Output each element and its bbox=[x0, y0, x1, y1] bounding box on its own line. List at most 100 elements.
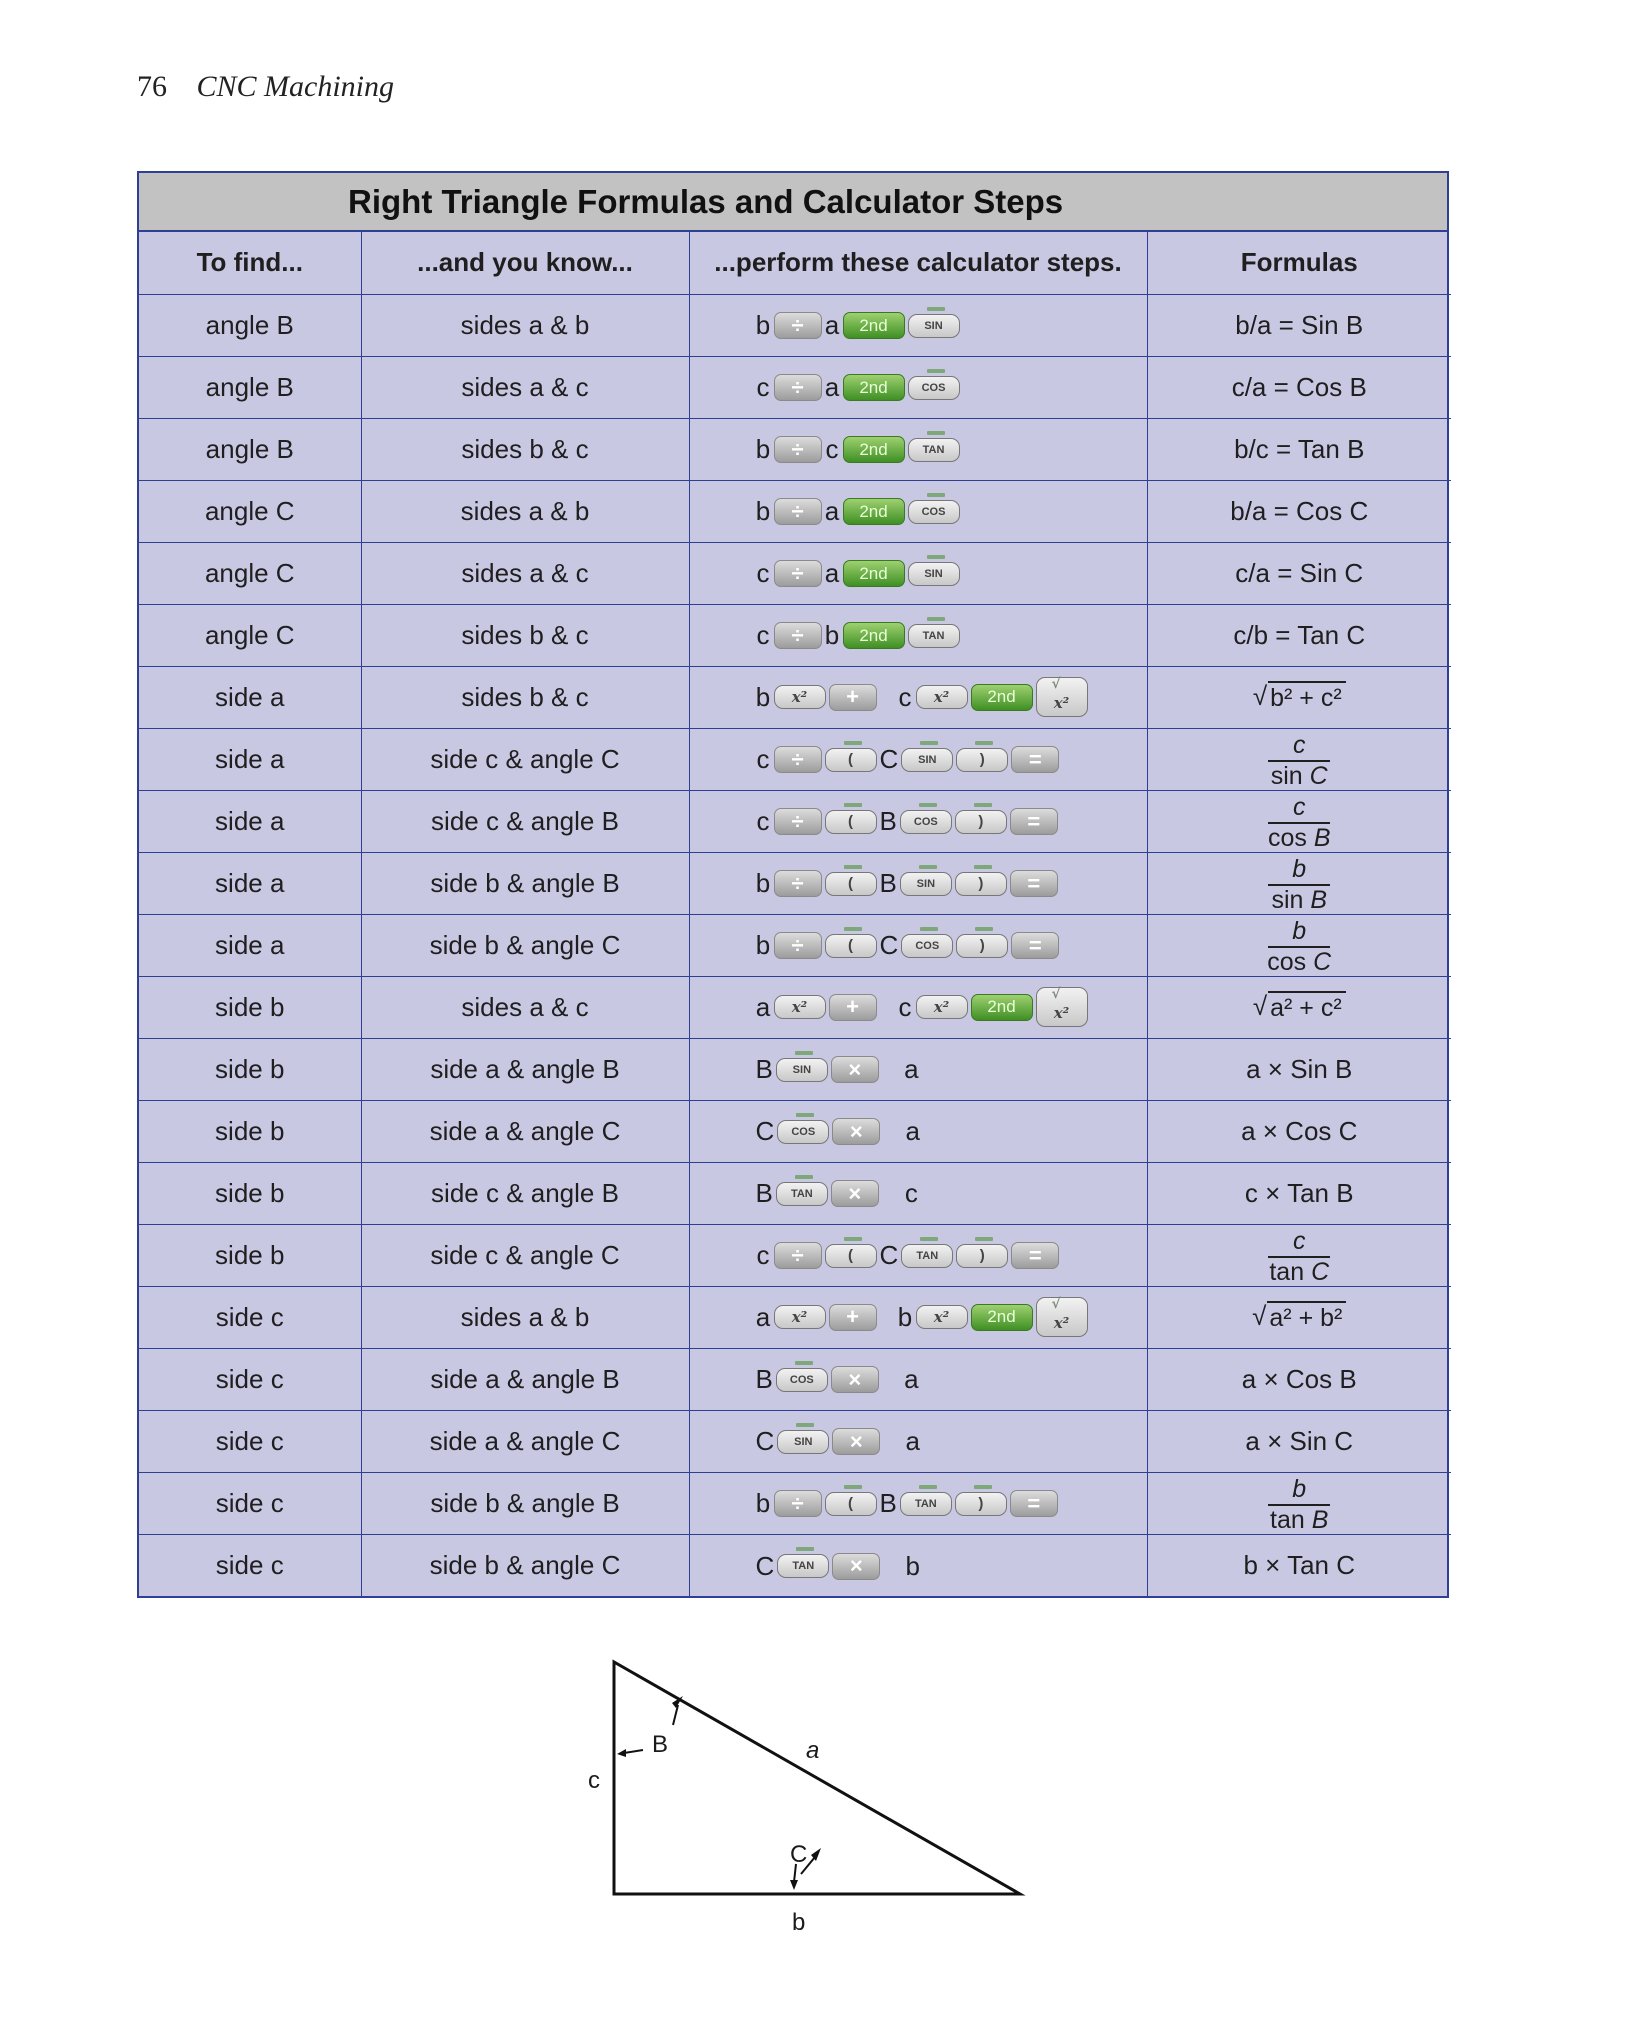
function-key-icon: TAN bbox=[901, 1236, 954, 1268]
cell-you-know: side a & angle B bbox=[360, 1037, 690, 1101]
table-row: side a side c & angle Bc ÷(B COS) = c cos B bbox=[139, 789, 1451, 853]
triangle-shape bbox=[612, 1659, 1026, 1896]
multiply-key-icon: × bbox=[830, 1366, 879, 1394]
cell-to-find: side b bbox=[139, 1099, 362, 1163]
cell-calculator-steps: B COS × a bbox=[688, 1347, 1148, 1411]
angle-b-arc bbox=[672, 1704, 679, 1726]
cell-you-know: side c & angle C bbox=[360, 1223, 690, 1287]
table-row: angle Csides a & b b ÷ a 2nd COS b/a = Cos C bbox=[139, 479, 1451, 543]
cell-you-know: sides a & c bbox=[360, 975, 690, 1039]
table-row: angle Bsides a & b b ÷ a 2nd SIN b/a = Sin B bbox=[139, 293, 1451, 357]
cell-formula: √ b² + c² bbox=[1146, 665, 1451, 729]
cell-formula: c sin C bbox=[1146, 727, 1451, 791]
denominator-variable: C bbox=[1311, 1258, 1330, 1286]
denominator-function: sin bbox=[1270, 762, 1303, 790]
calculator-step-sequence: B COS × a bbox=[755, 1360, 919, 1395]
table-row: side a side b & angle Cb ÷(C COS) = b cos C bbox=[139, 913, 1451, 977]
step-variable: b bbox=[897, 1301, 913, 1332]
denominator-function: sin bbox=[1271, 886, 1304, 914]
cell-you-know: sides a & b bbox=[360, 1285, 690, 1349]
step-variable: C bbox=[755, 1550, 775, 1581]
step-variable: c bbox=[898, 991, 912, 1022]
running-head: 76 CNC Machining bbox=[137, 70, 394, 104]
step-variable: B bbox=[755, 1178, 773, 1209]
calculator-step-sequence: b ÷(B SIN) = bbox=[756, 864, 1058, 899]
cell-you-know: sides a & b bbox=[360, 479, 690, 543]
cell-calculator-steps: C TAN × b bbox=[688, 1533, 1148, 1596]
table-row: side b side c & angle Cc ÷(C TAN) = c tan C bbox=[139, 1223, 1451, 1287]
formulas-grid: To find... ...and you know... ...perform… bbox=[139, 232, 1451, 1596]
calculator-step-sequence: bx²+cx²2ndx² bbox=[756, 676, 1088, 717]
square-root-key-icon: x² bbox=[1035, 1296, 1088, 1337]
second-key-icon: 2nd bbox=[842, 622, 905, 650]
cell-formula: b sin B bbox=[1146, 851, 1451, 915]
cell-calculator-steps: b ÷(B TAN) = bbox=[688, 1471, 1148, 1535]
header-formulas: Formulas bbox=[1146, 232, 1451, 295]
fraction-formula: b cos C bbox=[1267, 917, 1331, 976]
cell-calculator-steps: b ÷ a 2nd COS bbox=[688, 479, 1148, 543]
step-variable: B bbox=[755, 1364, 773, 1395]
cell-you-know: side c & angle B bbox=[360, 1161, 690, 1225]
square-key-icon: x² bbox=[915, 685, 968, 709]
label-side-a: a bbox=[806, 1737, 819, 1764]
cell-calculator-steps: B SIN × a bbox=[688, 1037, 1148, 1101]
cell-to-find: angle B bbox=[139, 355, 362, 419]
step-variable: b bbox=[824, 620, 840, 651]
multiply-key-icon: × bbox=[830, 1056, 879, 1084]
cell-to-find: side a bbox=[139, 851, 362, 915]
cell-calculator-steps: b ÷ a 2nd SIN bbox=[688, 293, 1148, 357]
cell-calculator-steps: ax²+bx²2ndx² bbox=[688, 1285, 1148, 1349]
cell-formula: b/a = Sin B bbox=[1146, 293, 1451, 357]
calculator-step-sequence: c ÷(C TAN) = bbox=[756, 1236, 1060, 1271]
step-variable: c bbox=[756, 744, 770, 775]
denominator-function: tan bbox=[1270, 1506, 1305, 1534]
table-row: side c side a & angle C C SIN × a a × Sin C bbox=[139, 1409, 1451, 1473]
denominator-variable: C bbox=[1309, 762, 1328, 790]
plus-key-icon: + bbox=[828, 683, 877, 711]
step-variable: a bbox=[905, 1116, 921, 1147]
plus-key-icon: + bbox=[828, 1303, 877, 1331]
fraction-formula: b sin B bbox=[1268, 855, 1331, 914]
step-variable: b bbox=[755, 434, 771, 465]
function-key-icon: COS bbox=[901, 926, 954, 958]
table-row: side b side a & angle C C COS × a a × Cos C bbox=[139, 1099, 1451, 1163]
function-key-icon: TAN bbox=[777, 1547, 830, 1579]
cell-to-find: side c bbox=[139, 1285, 362, 1349]
radical-icon: √ bbox=[1252, 1301, 1267, 1331]
cell-to-find: side b bbox=[139, 1161, 362, 1225]
fraction-denominator: sin C bbox=[1271, 763, 1328, 789]
cell-to-find: side c bbox=[139, 1409, 362, 1473]
radicand: a² + b² bbox=[1267, 1301, 1347, 1333]
book-title: CNC Machining bbox=[196, 70, 395, 103]
cell-calculator-steps: c ÷ a 2nd SIN bbox=[688, 541, 1148, 605]
cell-formula: c × Tan B bbox=[1146, 1161, 1451, 1225]
divide-key-icon: ÷ bbox=[773, 808, 822, 836]
cell-to-find: side c bbox=[139, 1471, 362, 1535]
cell-calculator-steps: b ÷(C COS) = bbox=[688, 913, 1148, 977]
step-variable: C bbox=[879, 744, 899, 775]
fraction-formula: c sin C bbox=[1268, 731, 1331, 790]
open-paren-key-icon: ( bbox=[824, 864, 877, 896]
divide-key-icon: ÷ bbox=[773, 932, 822, 960]
cell-you-know: side b & angle B bbox=[360, 1471, 690, 1535]
close-paren-key-icon: ) bbox=[954, 802, 1007, 834]
second-key-icon: 2nd bbox=[842, 436, 905, 464]
multiply-key-icon: × bbox=[832, 1552, 881, 1580]
cell-calculator-steps: b ÷(B SIN) = bbox=[688, 851, 1148, 915]
divide-key-icon: ÷ bbox=[773, 746, 822, 774]
fraction-formula: c tan C bbox=[1268, 1227, 1331, 1286]
multiply-key-icon: × bbox=[832, 1118, 881, 1146]
cell-you-know: side a & angle B bbox=[360, 1347, 690, 1411]
table-title: Right Triangle Formulas and Calculator S… bbox=[139, 173, 1447, 232]
angle-b-leader-arrow bbox=[617, 1749, 626, 1757]
divide-key-icon: ÷ bbox=[773, 436, 822, 464]
square-root-formula: √ b² + c² bbox=[1253, 681, 1346, 713]
cell-you-know: sides b & c bbox=[360, 603, 690, 667]
divide-key-icon: ÷ bbox=[773, 1242, 822, 1270]
step-variable: c bbox=[898, 681, 912, 712]
calculator-step-sequence: c ÷(B COS) = bbox=[756, 802, 1058, 837]
cell-calculator-steps: c ÷(C SIN) = bbox=[688, 727, 1148, 791]
cell-to-find: side a bbox=[139, 727, 362, 791]
label-angle-b: B bbox=[652, 1731, 668, 1758]
cell-formula: b × Tan C bbox=[1146, 1533, 1451, 1596]
